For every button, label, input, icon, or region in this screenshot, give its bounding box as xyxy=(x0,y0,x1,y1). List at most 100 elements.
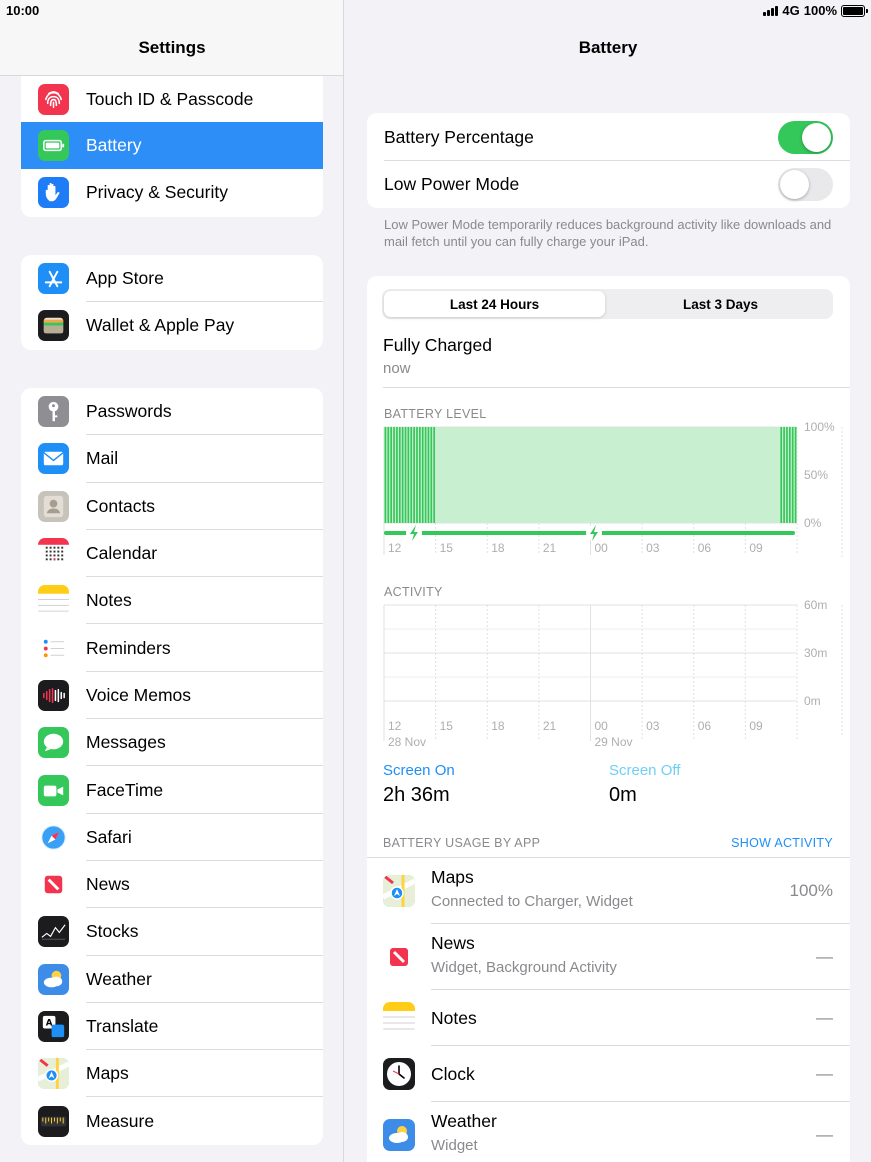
x-tick-label: 21 xyxy=(543,719,557,733)
x-tick-label: 12 xyxy=(388,719,402,733)
svg-text:A: A xyxy=(46,1019,53,1029)
x-tick-label: 03 xyxy=(646,541,660,555)
battery-level-bar xyxy=(416,427,418,523)
x-tick-label: 00 xyxy=(595,719,609,733)
sidebar-item-label: Measure xyxy=(86,1110,155,1131)
x-tick-label: 03 xyxy=(646,719,660,733)
battery-level-area xyxy=(384,427,797,523)
y-tick-label: 0m xyxy=(804,694,821,708)
sidebar-item-contacts[interactable]: Contacts xyxy=(21,483,323,530)
low-power-label: Low Power Mode xyxy=(384,174,520,194)
sidebar-item-measure[interactable]: Measure xyxy=(21,1097,323,1144)
x-tick-label: 09 xyxy=(749,719,763,733)
battery-percentage-toggle[interactable] xyxy=(778,121,833,154)
sidebar-item-label: Maps xyxy=(86,1063,129,1084)
x-tick-label: 15 xyxy=(440,719,454,733)
battery-level-bar xyxy=(396,427,398,523)
clock-icon xyxy=(383,1058,415,1090)
sidebar-item-messages[interactable]: Messages xyxy=(21,719,323,767)
battery-status-icon xyxy=(841,4,868,17)
battery-level-bar xyxy=(404,427,407,523)
sidebar-item-safari[interactable]: Safari xyxy=(21,814,323,861)
x-tick-label: 18 xyxy=(491,719,505,733)
x-tick-label: 06 xyxy=(698,541,712,555)
app-usage-name: Maps xyxy=(431,867,474,887)
x-date-label: 29 Nov xyxy=(595,735,633,749)
sidebar-header: 10:00 Settings xyxy=(0,0,343,76)
sidebar-item-facetime[interactable]: FaceTime xyxy=(21,766,323,814)
page-title: Battery xyxy=(578,38,638,57)
status-right: 4G 100% xyxy=(763,3,868,18)
app-usage-name: Clock xyxy=(431,1064,475,1084)
calendar-icon xyxy=(38,538,69,570)
sidebar-group: Passwords Mail Contacts Calendar Notes Remind… xyxy=(21,388,323,1145)
translate-icon: A xyxy=(38,1011,69,1042)
sidebar-item-label: Notes xyxy=(86,590,132,611)
sidebar-item-notes[interactable]: Notes xyxy=(21,577,323,625)
sidebar-item-app-store[interactable]: App Store xyxy=(21,255,323,303)
y-tick-label: 50% xyxy=(804,468,828,482)
battery-toggles-card: Battery Percentage Low Power Mode xyxy=(367,113,850,208)
app-usage-value: 100% xyxy=(789,881,833,900)
sidebar-item-stocks[interactable]: Stocks xyxy=(21,908,323,956)
sidebar-item-weather[interactable]: Weather xyxy=(21,956,323,1003)
app-usage-row-weather[interactable]: Weather Widget — xyxy=(367,1102,850,1162)
battery-level-bar xyxy=(384,427,387,523)
activity-chart: 60m 30m 0m 12 15 18 21 00 03 06 09 28 Nov 29 Nov xyxy=(383,598,843,749)
sidebar-item-mail[interactable]: Mail xyxy=(21,435,323,483)
sidebar-item-news[interactable]: News xyxy=(21,861,323,909)
maps-icon xyxy=(38,1058,69,1090)
x-tick-label: 18 xyxy=(491,541,505,555)
y-tick-label: 100% xyxy=(804,420,835,434)
sidebar-item-label: Calendar xyxy=(86,543,158,564)
battery-level-bar xyxy=(427,427,430,523)
sidebar-item-label: App Store xyxy=(86,268,164,289)
sidebar-item-translate[interactable]: A Translate xyxy=(21,1003,323,1051)
fingerprint-icon xyxy=(38,83,69,115)
segment-last-3-days[interactable]: Last 3 Days xyxy=(610,291,831,317)
sidebar-item-label: Mail xyxy=(86,448,119,469)
screen-off-label: Screen Off xyxy=(609,762,681,779)
sidebar-item-wallet[interactable]: Wallet & Apple Pay xyxy=(21,302,323,349)
news-icon xyxy=(383,941,415,973)
facetime-icon xyxy=(38,774,69,806)
sidebar-item-label: FaceTime xyxy=(86,779,164,800)
battery-percentage-label: Battery Percentage xyxy=(384,127,534,147)
sidebar-status-time: 10:00 xyxy=(6,3,40,18)
sidebar-item-label: Safari xyxy=(86,826,132,847)
app-usage-row-maps[interactable]: Maps Connected to Charger, Widget 100% xyxy=(367,858,850,924)
screen-on-value: 2h 36m xyxy=(383,784,450,806)
sidebar-item-maps[interactable]: Maps xyxy=(21,1050,323,1098)
weather-icon xyxy=(383,1119,415,1151)
sidebar-item-reminders[interactable]: Reminders xyxy=(21,624,323,672)
sidebar-item-hand[interactable]: Privacy & Security xyxy=(21,169,323,216)
sidebar-item-battery[interactable]: Battery xyxy=(21,122,323,170)
battery-level-bar xyxy=(788,427,791,523)
app-usage-row-clock[interactable]: Clock — xyxy=(367,1046,850,1102)
battery-percentage-row: Battery Percentage xyxy=(367,113,850,160)
app-usage-row-notes[interactable]: Notes — xyxy=(367,990,850,1046)
sidebar-item-voice-memos[interactable]: Voice Memos xyxy=(21,672,323,720)
app-usage-name: News xyxy=(431,933,475,953)
app-usage-value: — xyxy=(816,1064,833,1083)
sidebar-item-label: Messages xyxy=(86,732,166,753)
sidebar-item-calendar[interactable]: Calendar xyxy=(21,530,323,578)
sidebar-item-label: Contacts xyxy=(86,495,156,516)
charge-status: Fully Charged xyxy=(383,335,492,355)
news-icon xyxy=(38,869,69,901)
sidebar-item-label: News xyxy=(86,874,130,895)
sidebar-item-key[interactable]: Passwords xyxy=(21,388,323,436)
battery-level-bar xyxy=(390,427,393,523)
x-tick-label: 00 xyxy=(595,541,609,555)
show-activity-button[interactable]: SHOW ACTIVITY xyxy=(731,836,833,850)
sidebar-item-fingerprint[interactable]: Touch ID & Passcode xyxy=(21,76,323,122)
y-tick-label: 60m xyxy=(804,598,827,612)
segment-last-24-hours[interactable]: Last 24 Hours xyxy=(384,291,605,317)
app-usage-name: Notes xyxy=(431,1008,477,1028)
low-power-toggle[interactable] xyxy=(778,168,833,201)
key-icon xyxy=(38,396,69,428)
voice-memos-icon xyxy=(38,679,69,711)
battery-level-bar xyxy=(794,427,797,523)
x-tick-label: 21 xyxy=(543,541,557,555)
app-usage-row-news[interactable]: News Widget, Background Activity — xyxy=(367,924,850,990)
